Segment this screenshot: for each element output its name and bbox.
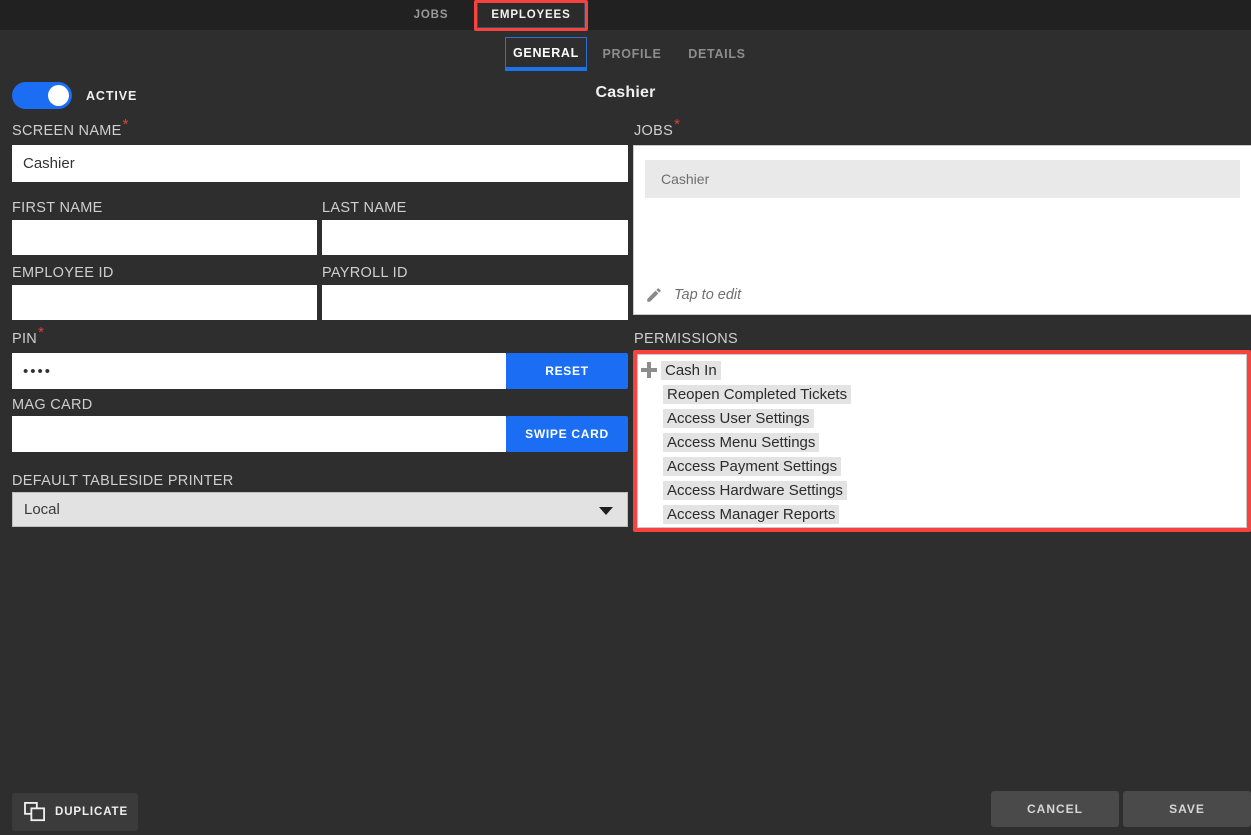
jobs-edit-row[interactable]: Tap to edit	[645, 286, 741, 304]
default-tableside-printer-select[interactable]: Local	[12, 492, 628, 527]
sub-tab-bar: GENERAL PROFILE DETAILS	[0, 30, 1251, 78]
last-name-input[interactable]	[322, 220, 628, 255]
payroll-id-label: PAYROLL ID	[322, 265, 408, 281]
duplicate-button[interactable]: DUPLICATE	[12, 793, 138, 831]
permissions-label: PERMISSIONS	[634, 331, 739, 347]
active-toggle-knob	[48, 85, 69, 106]
employee-general-screen: JOBS EMPLOYEES GENERAL PROFILE DETAILS C…	[0, 0, 1251, 835]
last-name-label: LAST NAME	[322, 200, 407, 216]
screen-name-required-asterisk: *	[122, 116, 129, 134]
permission-row-label: Access Manager Reports	[663, 504, 840, 524]
plus-icon[interactable]	[641, 362, 657, 378]
active-toggle-row: ACTIVE	[12, 82, 137, 109]
permission-row[interactable]: Cash In	[638, 358, 1246, 382]
pin-label: PIN*	[12, 325, 44, 347]
permission-row[interactable]: Access Manager Reports	[638, 502, 1246, 526]
duplicate-button-label: DUPLICATE	[55, 806, 129, 818]
nav-tab-employees[interactable]: EMPLOYEES	[474, 0, 588, 30]
tab-details[interactable]: DETAILS	[681, 37, 753, 71]
permission-row-label: Access User Settings	[663, 408, 814, 428]
copy-icon	[24, 802, 45, 822]
page-title: Cashier	[595, 84, 656, 101]
permission-row[interactable]: Access Hardware Settings	[638, 478, 1246, 502]
tab-profile-label: PROFILE	[602, 47, 662, 61]
pin-input[interactable]	[12, 353, 506, 389]
mag-card-label: MAG CARD	[12, 397, 93, 413]
screen-name-label: SCREEN NAME*	[12, 117, 129, 139]
jobs-list-item-label: Cashier	[661, 171, 710, 187]
pencil-icon	[647, 288, 661, 302]
nav-tab-employees-label: EMPLOYEES	[491, 9, 571, 21]
jobs-edit-hint: Tap to edit	[674, 287, 742, 303]
tab-general-label: GENERAL	[512, 45, 579, 60]
default-tableside-printer-label: DEFAULT TABLESIDE PRINTER	[12, 473, 234, 489]
cancel-button[interactable]: CANCEL	[991, 791, 1119, 827]
active-toggle[interactable]	[12, 82, 72, 109]
screen-name-input[interactable]	[12, 145, 628, 182]
permission-row-label: Reopen Completed Tickets	[663, 384, 852, 404]
jobs-panel: Cashier Tap to edit	[633, 145, 1251, 315]
permission-row[interactable]: Access Menu Settings	[638, 430, 1246, 454]
first-name-input[interactable]	[12, 220, 317, 255]
jobs-list-item[interactable]: Cashier	[645, 160, 1240, 198]
tab-details-label: DETAILS	[688, 47, 746, 61]
employee-id-label: EMPLOYEE ID	[12, 265, 114, 281]
screen-name-label-text: SCREEN NAME	[12, 123, 122, 139]
nav-tab-jobs[interactable]: JOBS	[400, 0, 462, 30]
permissions-panel: Cash In Reopen Completed Tickets Access Us…	[637, 354, 1247, 528]
swipe-card-button[interactable]: SWIPE CARD	[506, 416, 628, 452]
save-button[interactable]: SAVE	[1123, 791, 1251, 827]
pin-reset-button[interactable]: RESET	[506, 353, 628, 389]
first-name-label: FIRST NAME	[12, 200, 103, 216]
pin-required-asterisk: *	[38, 324, 45, 342]
active-toggle-label: ACTIVE	[86, 88, 138, 103]
permission-row-label: Access Hardware Settings	[663, 480, 847, 500]
jobs-required-asterisk: *	[674, 116, 681, 134]
jobs-label: JOBS*	[634, 117, 680, 139]
permission-row-label: Cash In	[661, 360, 721, 380]
jobs-label-text: JOBS	[634, 123, 674, 139]
permission-row-label: Access Menu Settings	[663, 432, 820, 452]
permissions-list: Cash In Reopen Completed Tickets Access Us…	[638, 355, 1246, 526]
permission-row[interactable]: Access User Settings	[638, 406, 1246, 430]
mag-card-input[interactable]	[12, 416, 506, 452]
payroll-id-input[interactable]	[322, 285, 628, 320]
permission-row[interactable]: Reopen Completed Tickets	[638, 382, 1246, 406]
permission-row-label: Access Payment Settings	[663, 456, 842, 476]
top-navigation-bar: JOBS EMPLOYEES	[0, 0, 1251, 31]
nav-tab-jobs-label: JOBS	[413, 9, 449, 21]
tab-general[interactable]: GENERAL	[505, 37, 587, 71]
pin-label-text: PIN	[12, 331, 38, 347]
permission-row[interactable]: Access Payment Settings	[638, 454, 1246, 478]
chevron-down-icon	[599, 506, 613, 515]
tab-profile[interactable]: PROFILE	[597, 37, 667, 71]
default-tableside-printer-value: Local	[24, 501, 60, 518]
employee-id-input[interactable]	[12, 285, 317, 320]
